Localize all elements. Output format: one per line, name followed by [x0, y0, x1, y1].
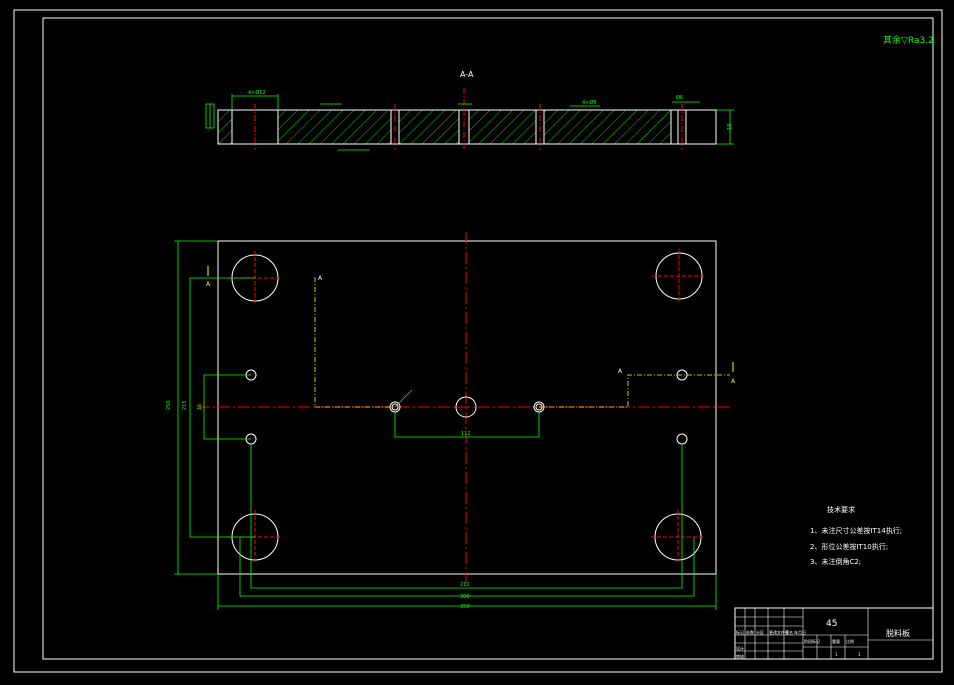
part-name-cell: 脱料板 [886, 628, 910, 638]
sheet-value-2: 1 [858, 652, 861, 657]
cad-drawing-canvas: 其余▽Ra3.2 A-A 4×Ø12 Ø6 18 4×Ø8 A A A A 25… [0, 0, 954, 681]
sheet-value-1: 1 [835, 652, 838, 657]
section-mark-4: A [731, 378, 736, 385]
section-dim-top-left: 4×Ø12 [248, 89, 266, 96]
design-label: 设计 [736, 645, 744, 651]
plan-view: A A A A 250 215 16 112 212 300 350 [166, 232, 736, 610]
dim-height-total: 250 [166, 400, 172, 410]
title-block: 45 脱料板 标记 处数 分区 更改文件号 签名 年月日 设计 审核 阶段标记 … [734, 607, 934, 660]
drawing-svg: 其余▽Ra3.2 A-A 4×Ø12 Ø6 18 4×Ø8 A A A A 25… [13, 9, 943, 673]
dim-width-holes: 300 [460, 594, 470, 600]
section-dim-thickness: 18 [727, 124, 733, 130]
tech-req-title: 技术要求 [827, 505, 855, 514]
tech-req-item-1: 1、未注尺寸公差按IT14执行; [810, 526, 902, 535]
check-label: 审核 [736, 653, 744, 659]
section-arrows [207, 266, 734, 372]
dim-height-mid: 215 [182, 400, 188, 410]
surface-finish-note: 其余▽Ra3.2 [883, 34, 934, 46]
outer-border [13, 9, 943, 673]
row-label-zone: 分区 [756, 629, 764, 635]
section-dim-top-right: Ø6 [676, 94, 683, 101]
scale-label: 比例 [846, 638, 854, 644]
technical-requirements: 技术要求 1、未注尺寸公差按IT14执行; 2、形位公差按IT10执行; 3、未… [810, 505, 902, 566]
dim-width-inner: 112 [461, 431, 471, 437]
section-mark-2: A [206, 281, 211, 288]
weight-label: 重量 [832, 638, 840, 644]
section-view: 4×Ø12 Ø6 18 4×Ø8 [205, 88, 734, 151]
dim-height-small: 16 [197, 404, 203, 410]
section-mark-1: A [318, 275, 323, 282]
stage-label: 阶段标记 [804, 638, 820, 644]
tech-req-item-2: 2、形位公差按IT10执行; [810, 542, 888, 551]
row-label-count: 处数 [746, 629, 754, 635]
tech-req-item-3: 3、未注倒角C2; [810, 557, 861, 566]
row-label-date: 年月日 [794, 629, 806, 635]
material-cell: 45 [826, 619, 837, 629]
row-label-sign: 签名 [785, 629, 793, 635]
section-dim-hole: 4×Ø8 [582, 99, 597, 106]
section-mark-3: A [618, 368, 623, 375]
dim-width-mid: 212 [460, 582, 470, 588]
section-title: A-A [460, 70, 474, 79]
row-label-mark: 标记 [736, 629, 744, 635]
small-hole-right-bottom [676, 433, 688, 445]
dim-width-total: 350 [460, 604, 470, 610]
